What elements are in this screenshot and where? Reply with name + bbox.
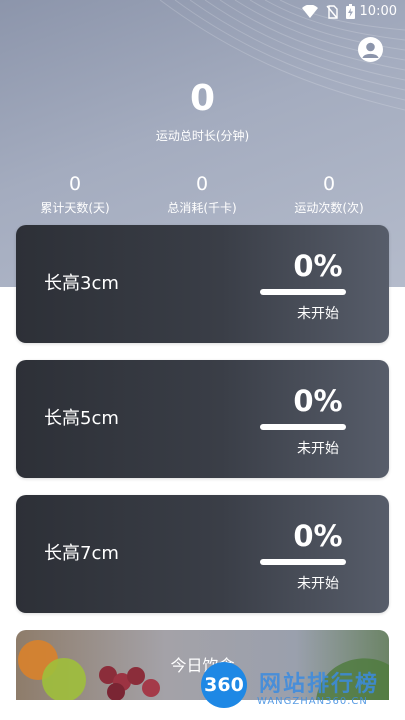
status-bar: 10:00 <box>0 0 405 24</box>
plan-progress-percent: 0% <box>293 519 343 553</box>
stat-sessions: 0 运动次数(次) <box>269 172 389 216</box>
watermark-text: 网站排行榜 <box>259 672 380 697</box>
wifi-icon <box>302 4 318 23</box>
plan-name: 长高5cm <box>44 408 119 429</box>
stat-calories-value: 0 <box>195 173 209 195</box>
watermark-logo: 360 <box>201 662 247 708</box>
plan-status: 未开始 <box>297 441 339 457</box>
plan-progress-bar <box>260 424 346 430</box>
stat-calories-label: 总消耗(千卡) <box>167 201 237 215</box>
plan-progress-percent: 0% <box>293 249 343 283</box>
no-sim-icon <box>326 4 338 23</box>
plan-progress-bar <box>260 559 346 565</box>
plan-status: 未开始 <box>297 576 339 592</box>
user-avatar-icon[interactable] <box>358 37 383 62</box>
plan-card-7cm[interactable]: 长高7cm 0% 未开始 <box>16 495 389 613</box>
plan-card-3cm[interactable]: 长高3cm 0% 未开始 <box>16 225 389 343</box>
total-duration-value: 0 <box>189 78 216 119</box>
stat-sessions-label: 运动次数(次) <box>294 201 364 215</box>
battery-charging-icon <box>346 4 355 23</box>
plan-card-5cm[interactable]: 长高5cm 0% 未开始 <box>16 360 389 478</box>
watermark: 360 网站排行榜 WANGZHAN360.CN <box>195 660 405 720</box>
stat-days: 0 累计天数(天) <box>15 172 135 216</box>
watermark-subtext: WANGZHAN360.CN <box>257 696 368 707</box>
status-time: 10:00 <box>359 4 397 19</box>
plan-progress-bar <box>260 289 346 295</box>
plan-name: 长高3cm <box>44 273 119 294</box>
total-duration-label: 运动总时长(分钟) <box>155 129 250 143</box>
plan-name: 长高7cm <box>44 543 119 564</box>
stat-days-label: 累计天数(天) <box>40 201 110 215</box>
plan-status: 未开始 <box>297 306 339 322</box>
plan-progress-percent: 0% <box>293 384 343 418</box>
stat-sessions-value: 0 <box>322 173 336 195</box>
stat-calories: 0 总消耗(千卡) <box>142 172 262 216</box>
stat-days-value: 0 <box>68 173 82 195</box>
